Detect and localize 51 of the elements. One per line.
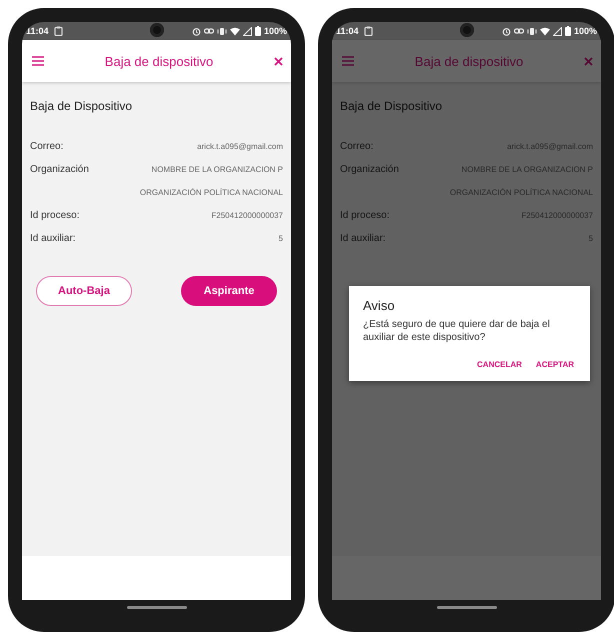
dialog-message: ¿Está seguro de que quiere dar de baja el auxiliar de este dispositivo? bbox=[363, 319, 551, 344]
menu-icon[interactable] bbox=[32, 56, 44, 66]
field-value: 5 bbox=[278, 234, 283, 243]
vibrate-icon bbox=[526, 26, 537, 36]
field-label: Organización bbox=[340, 164, 399, 175]
field-value: NOMBRE DE LA ORGANIZACION P bbox=[151, 165, 283, 174]
status-time: 11:04 bbox=[336, 26, 359, 36]
close-icon[interactable] bbox=[584, 56, 593, 66]
app-title: Baja de dispositivo bbox=[104, 54, 214, 68]
battery-level: 100% bbox=[264, 26, 287, 36]
field-value: arick.t.a095@gmail.com bbox=[197, 142, 283, 151]
field-value: 5 bbox=[588, 234, 593, 243]
link-icon bbox=[204, 27, 214, 35]
camera-icon bbox=[460, 23, 474, 37]
vibrate-icon bbox=[216, 26, 227, 36]
wifi-icon bbox=[540, 26, 550, 36]
field-value: NOMBRE DE LA ORGANIZACION P bbox=[461, 165, 593, 174]
field-label: Id auxiliar: bbox=[340, 233, 386, 244]
close-icon[interactable] bbox=[274, 56, 283, 66]
field-value: ORGANIZACIÓN POLÍTICA NACIONAL bbox=[140, 188, 283, 197]
battery-icon bbox=[254, 26, 261, 36]
clipboard-icon bbox=[364, 26, 373, 36]
primary-button[interactable]: Aspirante bbox=[181, 276, 277, 306]
wifi-icon bbox=[230, 26, 240, 36]
battery-icon bbox=[564, 26, 571, 36]
alarm-icon bbox=[502, 26, 511, 36]
app-title: Baja de dispositivo bbox=[414, 54, 524, 68]
field-label: Correo: bbox=[30, 141, 64, 152]
signal-icon bbox=[552, 26, 562, 36]
field-value: F250412000000037 bbox=[521, 211, 593, 220]
clipboard-icon bbox=[54, 26, 63, 36]
camera-icon bbox=[150, 23, 164, 37]
menu-icon[interactable] bbox=[342, 56, 354, 66]
field-label: Id proceso: bbox=[340, 210, 390, 221]
status-time: 11:04 bbox=[26, 26, 49, 36]
field-label: Id proceso: bbox=[30, 210, 80, 221]
section-title: Baja de Dispositivo bbox=[30, 99, 134, 113]
section-title: Baja de Dispositivo bbox=[340, 99, 444, 113]
signal-icon bbox=[242, 26, 252, 36]
link-icon bbox=[514, 27, 524, 35]
field-label: Correo: bbox=[340, 141, 374, 152]
dialog-action[interactable]: CANCELAR bbox=[475, 358, 524, 371]
field-value: ORGANIZACIÓN POLÍTICA NACIONAL bbox=[450, 188, 593, 197]
dialog-title: Aviso bbox=[363, 298, 396, 313]
field-value: F250412000000037 bbox=[211, 211, 283, 220]
battery-level: 100% bbox=[574, 26, 597, 36]
field-label: Organización bbox=[30, 164, 89, 175]
alarm-icon bbox=[192, 26, 201, 36]
dialog-action[interactable]: ACEPTAR bbox=[534, 358, 576, 371]
outline-button[interactable]: Auto-Baja bbox=[36, 276, 132, 306]
field-label: Id auxiliar: bbox=[30, 233, 76, 244]
